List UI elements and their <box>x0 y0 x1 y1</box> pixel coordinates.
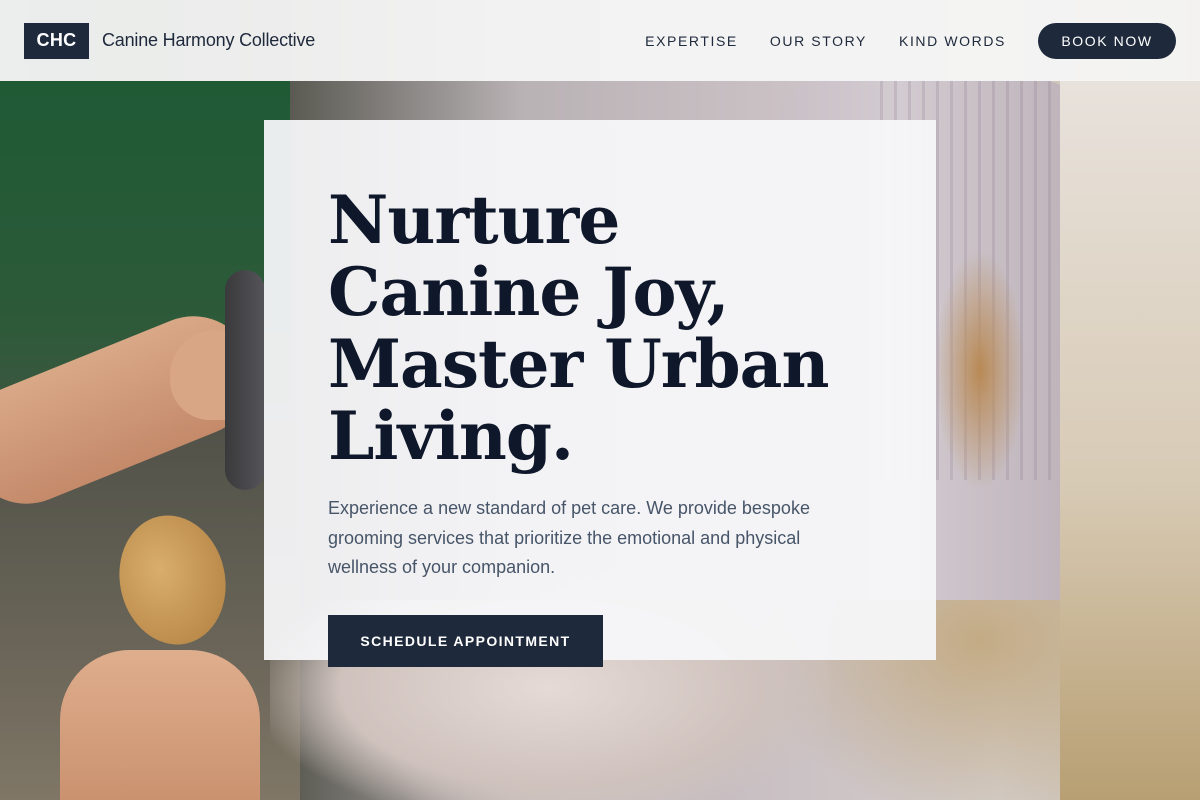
site-header: CHC Canine Harmony Collective EXPERTISE … <box>0 0 1200 81</box>
bg-right-light <box>1060 80 1200 800</box>
main-nav: EXPERTISE OUR STORY KIND WORDS <box>645 33 1006 49</box>
bg-dog-fur <box>930 200 1030 540</box>
logo-mark[interactable]: CHC <box>24 22 89 59</box>
book-now-button[interactable]: BOOK NOW <box>1038 22 1176 59</box>
nav-link-our-story[interactable]: OUR STORY <box>770 33 867 49</box>
bg-arm-lower <box>60 650 260 800</box>
bg-hair-dryer <box>225 270 265 490</box>
hero-description: Experience a new standard of pet care. W… <box>328 498 810 577</box>
hero-title: Nurture Canine Joy, Master Urban Living. <box>328 181 829 475</box>
schedule-appointment-button[interactable]: SCHEDULE APPOINTMENT <box>328 614 603 667</box>
nav-link-expertise[interactable]: EXPERTISE <box>645 33 738 49</box>
nav-link-kind-words[interactable]: KIND WORDS <box>899 33 1006 49</box>
hero-card: Nurture Canine Joy, Master Urban Living.… <box>264 120 936 667</box>
brand-name[interactable]: Canine Harmony Collective <box>102 30 315 51</box>
